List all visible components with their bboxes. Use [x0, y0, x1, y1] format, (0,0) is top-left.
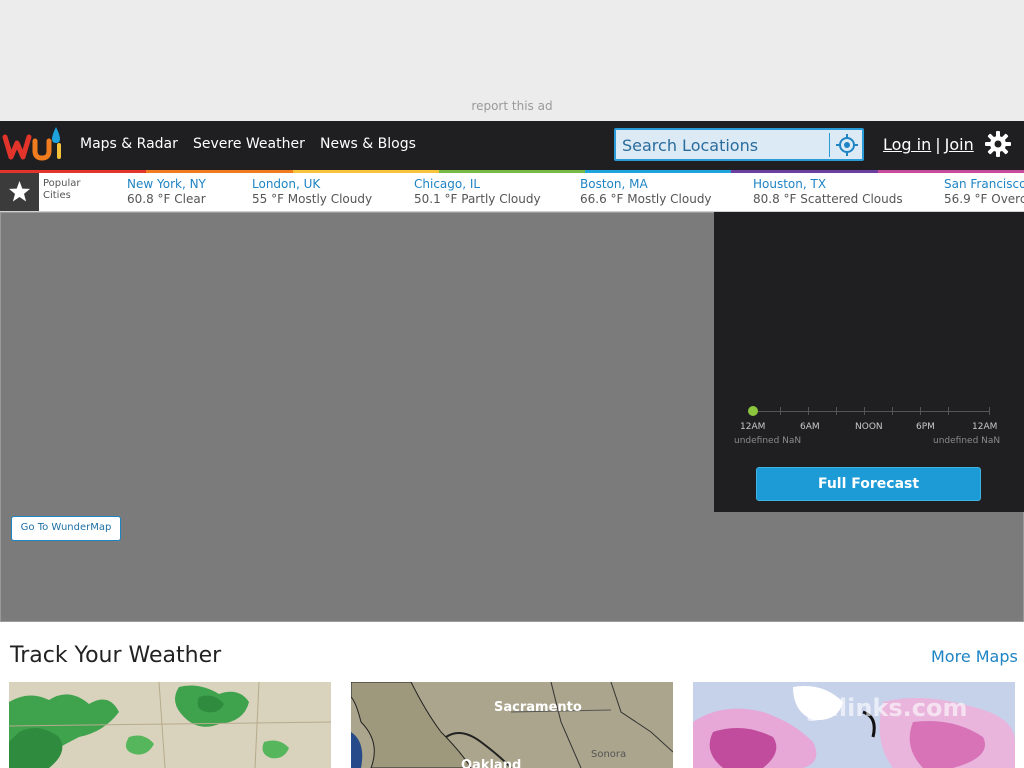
nav-maps-radar-label: Maps & Radar [80, 136, 178, 152]
city-conditions: 80.8 °F Scattered Clouds [753, 192, 903, 206]
start-date-label: undefined NaN [734, 436, 802, 446]
city-conditions: 60.8 °F Clear [127, 192, 206, 206]
wu-logo[interactable] [2, 123, 64, 165]
site-header: Maps & Radar Severe Weather News & Blogs… [0, 121, 1024, 171]
city-conditions: 50.1 °F Partly Cloudy [414, 192, 541, 206]
search-input[interactable] [622, 133, 826, 157]
map-small-label: Sonora [591, 749, 627, 760]
city-name: Boston, MA [580, 177, 648, 191]
auth-separator: | [935, 135, 941, 154]
nav-severe-weather-label: Severe Weather [193, 136, 305, 152]
forecast-panel: 12AM 6AM NOON 6PM 12AM undefined NaN und… [714, 212, 1024, 512]
popular-cities-bar: Popular Cities New York, NY 60.8 °F Clea… [0, 173, 1024, 212]
city-item[interactable]: Chicago, IL 50.1 °F Partly Cloudy [414, 177, 541, 207]
city-name: New York, NY [127, 177, 206, 191]
login-link[interactable]: Log in [883, 135, 931, 154]
map-city-label: Sacramento [494, 700, 582, 715]
forecast-timeline [753, 411, 989, 412]
more-maps-link[interactable]: More Maps [931, 647, 1018, 666]
timeline-tick [864, 407, 865, 415]
radar-map-thumbnail[interactable] [9, 682, 331, 768]
map-city-label: Oakland [461, 758, 522, 768]
timeline-tick [892, 407, 893, 415]
auth-links: Log in | Join [883, 135, 974, 154]
city-item[interactable]: Boston, MA 66.6 °F Mostly Cloudy [580, 177, 712, 207]
world-map-thumbnail[interactable]: g2links.com [693, 682, 1015, 768]
time-label: 12AM [740, 422, 766, 432]
city-conditions: 56.9 °F Overcast [944, 192, 1024, 206]
time-label: 12AM [972, 422, 998, 432]
timeline-tick [808, 407, 809, 415]
timeline-tick [989, 407, 990, 415]
city-item[interactable]: London, UK 55 °F Mostly Cloudy [252, 177, 372, 207]
end-date-label: undefined NaN [933, 436, 1001, 446]
nav-maps-radar[interactable]: Maps & Radar [80, 136, 178, 152]
locate-icon[interactable] [834, 133, 860, 157]
timeline-tick [780, 407, 781, 415]
report-ad-link[interactable]: report this ad [0, 99, 1024, 113]
gear-icon[interactable] [985, 131, 1011, 157]
timeline-tick [948, 407, 949, 415]
go-to-wundermap-button[interactable]: Go To WunderMap [11, 516, 121, 541]
california-map-thumbnail[interactable]: Sacramento Oakland Sonora [351, 682, 673, 768]
radar-map-image [9, 682, 331, 768]
timeline-current-marker[interactable] [748, 406, 758, 416]
search-divider [829, 133, 830, 157]
nav-severe-weather[interactable]: Severe Weather [193, 136, 305, 152]
favorites-button[interactable] [0, 173, 39, 211]
city-conditions: 55 °F Mostly Cloudy [252, 192, 373, 206]
time-label: 6AM [800, 422, 820, 432]
city-name: London, UK [252, 177, 321, 191]
nav-news-blogs[interactable]: News & Blogs [320, 136, 416, 152]
city-item[interactable]: Houston, TX 80.8 °F Scattered Clouds [753, 177, 903, 207]
time-label: NOON [855, 422, 883, 432]
timeline-tick [836, 407, 837, 415]
section-title: Track Your Weather [10, 643, 222, 668]
city-conditions: 66.6 °F Mostly Cloudy [580, 192, 712, 206]
city-item[interactable]: San Francisco, CA 56.9 °F Overcast [944, 177, 1024, 207]
city-item[interactable]: New York, NY 60.8 °F Clear [127, 177, 206, 207]
full-forecast-button[interactable]: Full Forecast [756, 467, 981, 501]
time-label: 6PM [916, 422, 935, 432]
watermark-text: g2links.com [805, 694, 968, 722]
ad-area: report this ad [0, 0, 1024, 121]
join-link[interactable]: Join [945, 135, 974, 154]
star-icon [9, 181, 30, 202]
popular-cities-label: Popular Cities [43, 178, 81, 201]
timeline-tick [920, 407, 921, 415]
search-box [614, 128, 864, 161]
city-name: San Francisco, CA [944, 177, 1024, 191]
nav-news-blogs-label: News & Blogs [320, 136, 416, 152]
city-name: Chicago, IL [414, 177, 481, 191]
city-name: Houston, TX [753, 177, 827, 191]
